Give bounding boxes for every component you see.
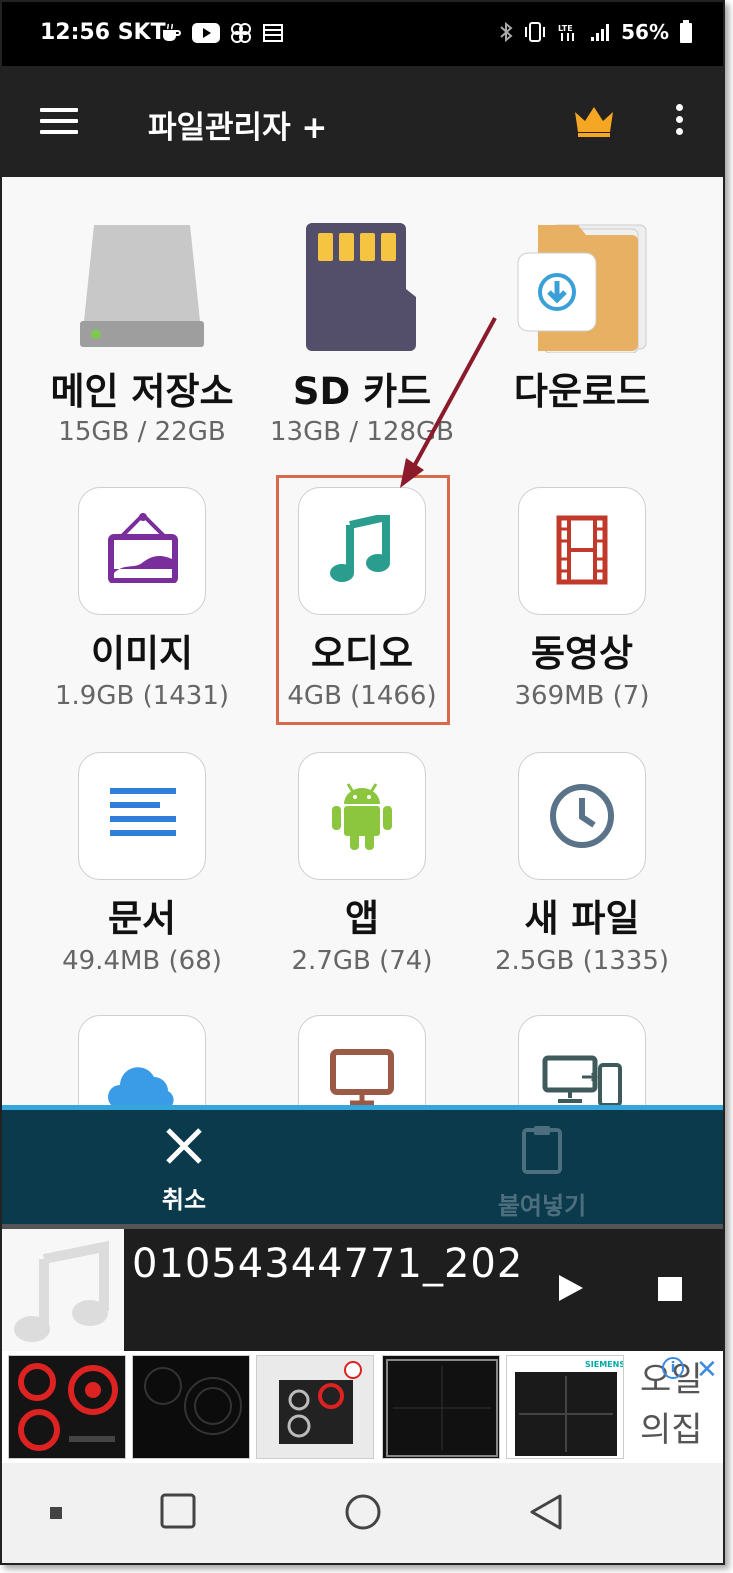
ad-text-line2: 의집 xyxy=(640,1410,703,1450)
notification-icons xyxy=(160,22,284,44)
stop-icon[interactable] xyxy=(658,1277,682,1301)
cooktop-image: SIEMENS xyxy=(507,1356,624,1458)
ad-brand: SIEMENS xyxy=(585,1360,624,1369)
category-label: 새 파일 xyxy=(524,897,640,940)
category-pc[interactable] xyxy=(252,1015,472,1107)
paste-label: 붙여넣기 xyxy=(497,1192,587,1220)
category-label: 다운로드 xyxy=(513,370,651,413)
film-icon xyxy=(556,515,608,585)
clipboard-icon xyxy=(522,1126,562,1174)
category-label: 메인 저장소 xyxy=(50,370,234,413)
category-label: 문서 xyxy=(107,897,177,940)
crown-icon[interactable] xyxy=(572,104,616,138)
category-documents[interactable]: 문서 49.4MB (68) xyxy=(32,752,252,982)
ad-thumb-4[interactable] xyxy=(382,1355,500,1459)
track-title: 01054344771_202 xyxy=(132,1241,522,1287)
status-right: LTE 56% xyxy=(499,20,693,44)
category-video[interactable]: 동영상 369MB (7) xyxy=(472,487,692,717)
more-options-icon[interactable] xyxy=(670,104,688,140)
app-bar: 파일관리자 + xyxy=(2,66,723,177)
ad-close-icon[interactable]: ✕ xyxy=(696,1355,718,1385)
category-sub: 13GB / 128GB xyxy=(270,417,454,447)
hard-drive-icon xyxy=(80,225,204,347)
home-circle-button[interactable] xyxy=(344,1493,382,1531)
category-apps[interactable]: 앱 2.7GB (74) xyxy=(252,752,472,982)
monitor-icon xyxy=(330,1049,394,1106)
category-remote[interactable] xyxy=(472,1015,692,1107)
app-window: 12:56 SKT LTE 56% 파일관리자 + 메인 저장소 15GB / … xyxy=(0,0,725,1565)
category-label: 이미지 xyxy=(90,632,194,675)
cooktop-image xyxy=(257,1356,373,1458)
category-sub: 369MB (7) xyxy=(514,681,650,711)
battery-icon xyxy=(680,20,692,43)
category-sd-card[interactable]: SD 카드 13GB / 128GB xyxy=(252,177,472,467)
category-recent-files[interactable]: 새 파일 2.5GB (1335) xyxy=(472,752,692,982)
cooktop-image xyxy=(133,1356,249,1458)
lte-icon: LTE xyxy=(558,24,575,41)
play-icon[interactable] xyxy=(556,1273,584,1303)
category-images[interactable]: 이미지 1.9GB (1431) xyxy=(32,487,252,717)
album-art[interactable] xyxy=(2,1229,124,1351)
hamburger-menu-icon[interactable] xyxy=(40,108,78,134)
highlight-box xyxy=(276,475,450,725)
vibrate-icon xyxy=(525,22,546,42)
coffee-icon xyxy=(163,23,181,41)
list-icon xyxy=(263,24,283,42)
category-sub: 15GB / 22GB xyxy=(58,417,226,447)
home-button[interactable] xyxy=(160,1493,196,1529)
battery-percent: 56% xyxy=(621,20,669,44)
ad-banner[interactable]: SIEMENS 오일 의집 i ✕ xyxy=(2,1351,723,1463)
cooktop-image xyxy=(383,1356,499,1458)
cloud-icon xyxy=(108,1067,174,1107)
media-player: 01054344771_202 xyxy=(2,1229,723,1351)
category-cloud[interactable] xyxy=(32,1015,252,1107)
signal-icon xyxy=(591,24,610,41)
app-title: 파일관리자 + xyxy=(148,110,328,146)
category-downloads[interactable]: 다운로드 xyxy=(472,177,692,467)
pinwheel-icon xyxy=(231,23,251,43)
status-bar: 12:56 SKT LTE 56% xyxy=(2,2,723,66)
clock-icon xyxy=(550,784,614,848)
ad-info-icon[interactable]: i xyxy=(662,1357,684,1379)
ad-thumb-5[interactable]: SIEMENS xyxy=(506,1355,624,1459)
ad-thumb-1[interactable] xyxy=(8,1355,126,1459)
recent-apps-button[interactable] xyxy=(50,1507,62,1519)
sd-card-icon xyxy=(306,223,416,351)
close-icon xyxy=(166,1128,202,1164)
ad-thumb-2[interactable] xyxy=(132,1355,250,1459)
action-bar: 취소 붙여넣기 xyxy=(2,1105,723,1229)
device-transfer-icon xyxy=(542,1055,622,1107)
category-label: 동영상 xyxy=(530,632,634,675)
paste-button[interactable]: 붙여넣기 xyxy=(452,1124,632,1221)
category-label: SD 카드 xyxy=(292,370,432,413)
youtube-icon xyxy=(192,23,220,43)
download-folder-icon xyxy=(517,224,647,353)
music-note-icon xyxy=(14,1240,109,1342)
category-sub: 49.4MB (68) xyxy=(62,946,222,976)
cancel-button[interactable]: 취소 xyxy=(94,1124,274,1215)
category-main-storage[interactable]: 메인 저장소 15GB / 22GB xyxy=(32,177,252,467)
bluetooth-icon xyxy=(500,21,513,43)
category-label: 앱 xyxy=(344,897,380,940)
system-nav-bar xyxy=(2,1463,723,1563)
category-grid: 메인 저장소 15GB / 22GB SD 카드 13GB / 128GB 다운… xyxy=(2,177,723,1107)
svg-text:LTE: LTE xyxy=(558,24,573,33)
category-sub: 2.7GB (74) xyxy=(291,946,433,976)
back-button[interactable] xyxy=(528,1493,564,1531)
image-icon xyxy=(108,513,178,583)
android-icon xyxy=(332,783,392,850)
category-sub: 1.9GB (1431) xyxy=(54,681,230,711)
ad-thumb-3[interactable] xyxy=(256,1355,374,1459)
document-icon xyxy=(110,788,176,836)
category-sub: 2.5GB (1335) xyxy=(494,946,670,976)
cooktop-image xyxy=(9,1356,125,1458)
status-time: 12:56 SKT xyxy=(40,20,166,45)
cancel-label: 취소 xyxy=(161,1186,207,1214)
